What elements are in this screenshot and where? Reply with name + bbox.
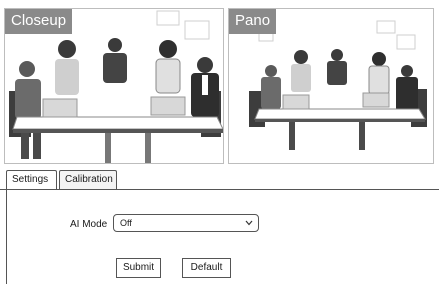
submit-button[interactable]: Submit bbox=[116, 258, 161, 278]
ai-mode-select[interactable]: Off bbox=[113, 214, 259, 232]
pano-video-pane: Pano bbox=[228, 8, 434, 164]
tab-calibration[interactable]: Calibration bbox=[59, 170, 117, 189]
tab-settings[interactable]: Settings bbox=[6, 170, 57, 189]
camera-view-frame: Closeup Pano bbox=[4, 8, 436, 284]
pano-label: Pano bbox=[229, 9, 277, 34]
closeup-label: Closeup bbox=[5, 9, 73, 34]
closeup-video-pane: Closeup bbox=[4, 8, 224, 164]
default-button[interactable]: Default bbox=[182, 258, 231, 278]
ai-mode-label: AI Mode bbox=[70, 219, 108, 230]
tab-divider bbox=[0, 189, 439, 190]
ai-mode-value: Off bbox=[120, 218, 132, 228]
panel-left-border bbox=[6, 189, 7, 284]
chevron-down-icon bbox=[245, 220, 253, 226]
